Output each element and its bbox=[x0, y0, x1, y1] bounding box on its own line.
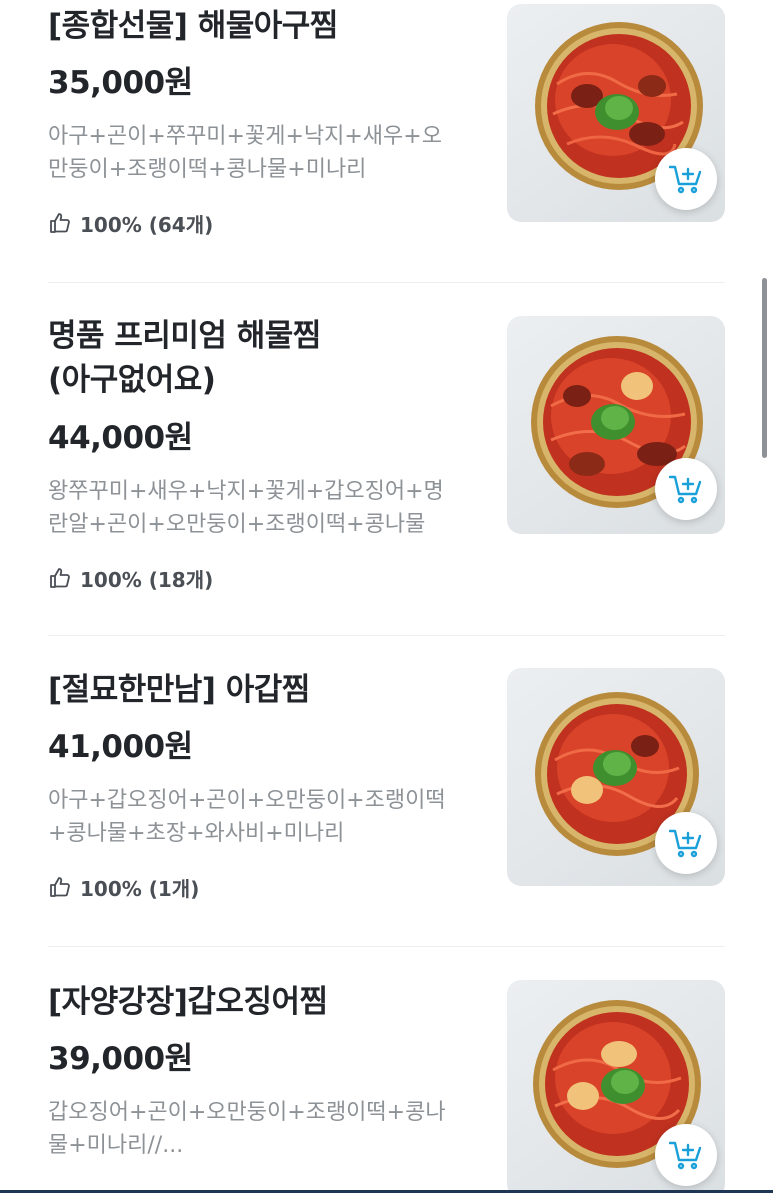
rating-text: 100% (1개) bbox=[80, 876, 200, 901]
add-to-cart-button[interactable] bbox=[655, 148, 717, 210]
menu-item-rating: 100% (18개) bbox=[48, 564, 468, 592]
menu-item-description: 아구+곤이+쭈꾸미+꽃게+낙지+새우+오만둥이+조랭이떡+콩나물+미나리 bbox=[48, 124, 442, 182]
add-to-cart-button[interactable] bbox=[655, 1124, 717, 1186]
divider bbox=[48, 635, 725, 636]
menu-item-price: 44,000원 bbox=[48, 420, 193, 456]
divider bbox=[48, 946, 725, 947]
cart-plus-icon bbox=[669, 475, 702, 504]
thumbs-up-icon bbox=[50, 213, 70, 233]
menu-item-name: [종합선물] 해물아구찜 bbox=[48, 8, 338, 44]
menu-item-name: [자양강장]갑오징어찜 bbox=[48, 984, 328, 1020]
menu-item-info: [자양강장]갑오징어찜 39,000원 갑오징어+곤이+오만둥이+조랭이떡+콩나… bbox=[48, 980, 468, 1162]
menu-item-description: 왕쭈꾸미+새우+낙지+꽃게+갑오징어+명란알+곤이+오만둥이+조랭이떡+콩나물 bbox=[48, 479, 444, 537]
menu-item-image[interactable] bbox=[507, 980, 725, 1193]
menu-item-image[interactable] bbox=[507, 316, 725, 534]
thumbs-up-icon bbox=[50, 877, 70, 897]
rating-text: 100% (64개) bbox=[80, 212, 214, 237]
menu-item-info: [절묘한만남] 아갑찜 41,000원 아구+갑오징어+곤이+오만둥이+조랭이떡… bbox=[48, 668, 468, 901]
add-to-cart-button[interactable] bbox=[655, 812, 717, 874]
menu-item-description: 아구+갑오징어+곤이+오만둥이+조랭이떡+콩나물+초장+와사비+미나리 bbox=[48, 788, 446, 846]
menu-item-image[interactable] bbox=[507, 4, 725, 222]
divider bbox=[48, 282, 725, 283]
cart-plus-icon bbox=[669, 829, 702, 858]
thumbs-up-icon bbox=[50, 568, 70, 588]
menu-item-rating: 100% (64개) bbox=[48, 209, 468, 237]
menu-item-name: 명품 프리미엄 해물찜 (아구없어요) bbox=[48, 318, 321, 398]
menu-item-description: 갑오징어+곤이+오만둥이+조랭이떡+콩나물+미나리//... bbox=[48, 1100, 446, 1158]
cart-plus-icon bbox=[669, 1141, 702, 1170]
rating-text: 100% (18개) bbox=[80, 567, 214, 592]
menu-item-info: [종합선물] 해물아구찜 35,000원 아구+곤이+쭈꾸미+꽃게+낙지+새우+… bbox=[48, 4, 468, 237]
menu-item-price: 39,000원 bbox=[48, 1041, 193, 1077]
scrollbar[interactable] bbox=[762, 278, 767, 458]
menu-list-page: [종합선물] 해물아구찜 35,000원 아구+곤이+쭈꾸미+꽃게+낙지+새우+… bbox=[0, 0, 773, 1193]
menu-item-info: 명품 프리미엄 해물찜 (아구없어요) 44,000원 왕쭈꾸미+새우+낙지+꽃… bbox=[48, 314, 468, 592]
menu-item-price: 35,000원 bbox=[48, 65, 193, 101]
menu-item-image[interactable] bbox=[507, 668, 725, 886]
cart-plus-icon bbox=[669, 165, 702, 194]
menu-item-name: [절묘한만남] 아갑찜 bbox=[48, 672, 310, 708]
menu-item-price: 41,000원 bbox=[48, 729, 193, 765]
menu-item-rating: 100% (1개) bbox=[48, 873, 468, 901]
add-to-cart-button[interactable] bbox=[655, 458, 717, 520]
